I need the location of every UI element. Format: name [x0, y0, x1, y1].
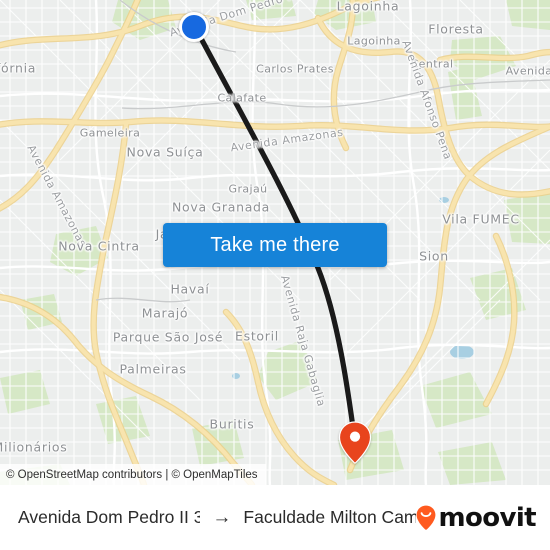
destination-marker[interactable]	[338, 420, 372, 464]
moovit-wordmark: moovit	[438, 502, 536, 533]
moovit-logo[interactable]: moovit	[416, 502, 537, 533]
footer-destination-label: Faculdade Milton Cam…	[243, 507, 417, 527]
cta-label: Take me there	[210, 233, 340, 256]
arrow-right-icon: →	[212, 507, 232, 528]
map-attribution[interactable]: © OpenStreetMap contributors | © OpenMap…	[0, 464, 266, 485]
take-me-there-button[interactable]: Take me there	[163, 223, 387, 267]
attribution-text: © OpenStreetMap contributors | © OpenMap…	[6, 468, 258, 481]
footer-origin-label: Avenida Dom Pedro II 3…	[18, 507, 201, 527]
map-canvas[interactable]: Lagoinha Floresta Avenida Dom Pedro II Lago…	[0, 0, 550, 485]
trip-footer: Avenida Dom Pedro II 3… → Faculdade Milt…	[0, 485, 550, 550]
moovit-pin-icon	[416, 505, 436, 530]
moovit-trip-preview: Lagoinha Floresta Avenida Dom Pedro II Lago…	[0, 0, 550, 550]
origin-marker[interactable]	[179, 12, 209, 42]
